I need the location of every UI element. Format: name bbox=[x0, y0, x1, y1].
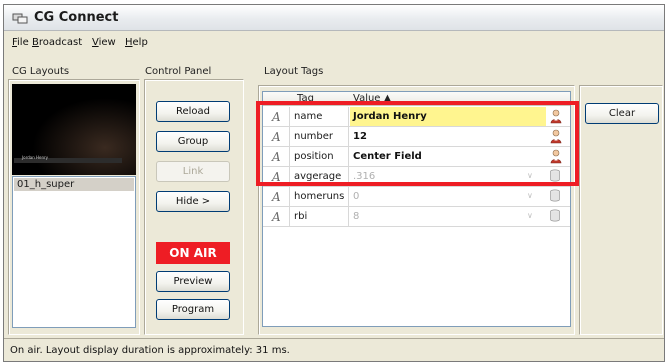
tag-row[interactable]: Ahomeruns 0 ∨ bbox=[263, 187, 570, 207]
layout-tags-label: Layout Tags bbox=[264, 66, 324, 77]
group-button[interactable]: Group bbox=[156, 131, 230, 152]
dropdown-arrow-icon[interactable]: ∨ bbox=[527, 211, 533, 220]
row-action-cell[interactable] bbox=[546, 207, 570, 226]
preview-button[interactable]: Preview bbox=[156, 271, 230, 292]
menu-view[interactable]: View bbox=[92, 37, 116, 48]
menu-broadcast[interactable]: Broadcast bbox=[32, 37, 82, 48]
value-cell[interactable]: 0 bbox=[350, 187, 546, 206]
reload-button[interactable]: Reload bbox=[156, 101, 230, 122]
layout-list[interactable]: 01_h_super bbox=[12, 176, 136, 328]
thumbnail-text: Jordan Henry bbox=[22, 155, 49, 160]
barrel-icon[interactable] bbox=[549, 209, 561, 225]
clear-button[interactable]: Clear bbox=[585, 103, 659, 124]
status-bar: On air. Layout display duration is appro… bbox=[4, 338, 664, 362]
on-air-indicator: ON AIR bbox=[156, 242, 230, 264]
layout-list-item[interactable]: 01_h_super bbox=[14, 178, 134, 191]
value-cell[interactable]: 8 bbox=[350, 207, 546, 226]
title-bar: CG Connect bbox=[4, 5, 664, 31]
app-icon bbox=[12, 13, 28, 24]
tag-cell: rbi bbox=[291, 207, 349, 226]
tag-row[interactable]: Arbi 8 ∨ bbox=[263, 207, 570, 227]
menu-file[interactable]: File bbox=[12, 37, 29, 48]
text-type-cell: A bbox=[263, 187, 290, 206]
window-title: CG Connect bbox=[34, 10, 119, 25]
text-type-icon: A bbox=[272, 210, 281, 224]
cg-layouts-label: CG Layouts bbox=[12, 66, 70, 77]
menu-help[interactable]: Help bbox=[125, 37, 148, 48]
row-action-cell[interactable] bbox=[546, 187, 570, 206]
status-text: On air. Layout display duration is appro… bbox=[10, 345, 290, 356]
menu-bar: File Broadcast View Help bbox=[4, 32, 664, 54]
app-window: CG Connect File Broadcast View Help CG L… bbox=[3, 4, 665, 362]
program-button[interactable]: Program bbox=[156, 299, 230, 320]
layout-thumbnail[interactable]: Jordan Henry bbox=[12, 84, 136, 175]
text-type-icon: A bbox=[272, 190, 281, 204]
link-button[interactable]: Link bbox=[156, 161, 230, 182]
highlight-box bbox=[256, 101, 579, 186]
tag-cell: homeruns bbox=[291, 187, 349, 206]
barrel-icon[interactable] bbox=[549, 189, 561, 205]
text-type-cell: A bbox=[263, 207, 290, 226]
hide-button[interactable]: Hide > bbox=[156, 191, 230, 212]
dropdown-arrow-icon[interactable]: ∨ bbox=[527, 191, 533, 200]
control-panel-label: Control Panel bbox=[145, 66, 212, 77]
